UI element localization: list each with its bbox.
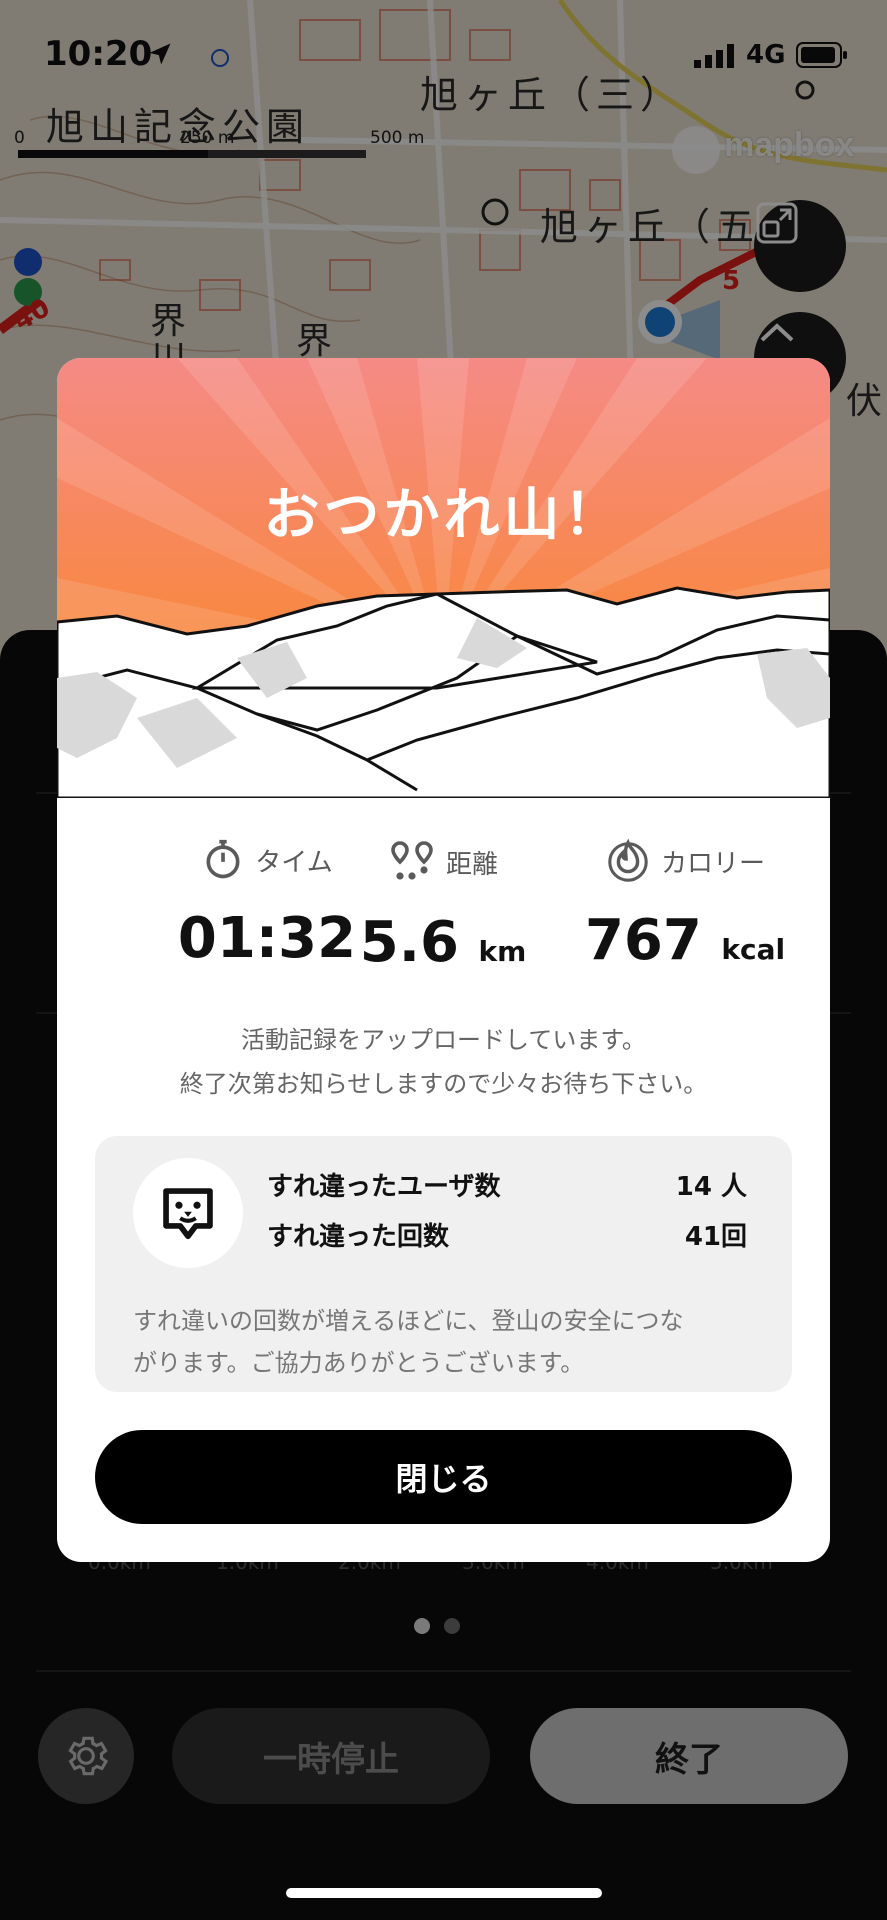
pager-dot-active[interactable] [414, 1618, 430, 1634]
encounter-note-line1: すれ違いの回数が増えるほどに、登山の安全につな [133, 1307, 684, 1335]
summary-modal: おつかれ山！ タイム 01:32 距離 5.6 km カロリー 767 kcal… [57, 358, 830, 1562]
home-indicator [286, 1888, 602, 1898]
encounter-users-label: すれ違ったユーザ数 [267, 1172, 501, 1202]
gear-icon [68, 1736, 109, 1776]
encounter-note: すれ違いの回数が増えるほどに、登山の安全につな がります。ご協力ありがとうござい… [133, 1300, 763, 1384]
stopwatch-icon [206, 839, 240, 879]
encounter-count-value: 41回 [684, 1222, 747, 1252]
encounter-users-value: 14 人 [675, 1172, 747, 1202]
pager-dot[interactable] [444, 1618, 460, 1634]
stat-calories-value: 767 [584, 908, 702, 973]
upload-message-line2: 終了次第お知らせしますので少々お待ち下さい。 [179, 1070, 708, 1098]
pager-dots [414, 1618, 474, 1638]
stat-distance-value: 5.6 [359, 910, 459, 975]
stat-calories-label: カロリー [660, 848, 765, 879]
encounter-avatar [133, 1158, 243, 1268]
route-pin-icon [391, 841, 433, 880]
encounter-count-row: すれ違った回数 41回 [267, 1216, 747, 1253]
encounter-count-label: すれ違った回数 [267, 1222, 450, 1252]
encounter-card: すれ違ったユーザ数 14 人 すれ違った回数 41回 すれ違いの回数が増えるほど… [95, 1136, 792, 1392]
mountain-hero-illustration [57, 358, 830, 798]
stat-distance-unit: km [478, 935, 527, 968]
pause-button[interactable]: 一時停止 [172, 1708, 490, 1804]
stat-distance: 距離 5.6 km [323, 838, 563, 975]
close-button[interactable]: 閉じる [95, 1430, 792, 1524]
settings-button[interactable] [38, 1708, 134, 1804]
flame-icon [608, 838, 648, 882]
stat-distance-label: 距離 [445, 849, 498, 880]
encounter-users-row: すれ違ったユーザ数 14 人 [267, 1166, 747, 1203]
upload-message-line1: 活動記録をアップロードしています。 [241, 1026, 646, 1054]
stat-calories: カロリー 767 kcal [565, 838, 805, 973]
stat-time-label: タイム [255, 847, 333, 878]
pet-face-icon [163, 1188, 213, 1240]
encounter-note-line2: がります。ご協力ありがとうございます。 [133, 1349, 585, 1377]
finish-button[interactable]: 終了 [530, 1708, 848, 1804]
modal-title: おつかれ山！ [263, 483, 624, 548]
stat-calories-unit: kcal [721, 933, 786, 966]
upload-message: 活動記録をアップロードしています。 終了次第お知らせしますので少々お待ち下さい。 [57, 1018, 830, 1106]
